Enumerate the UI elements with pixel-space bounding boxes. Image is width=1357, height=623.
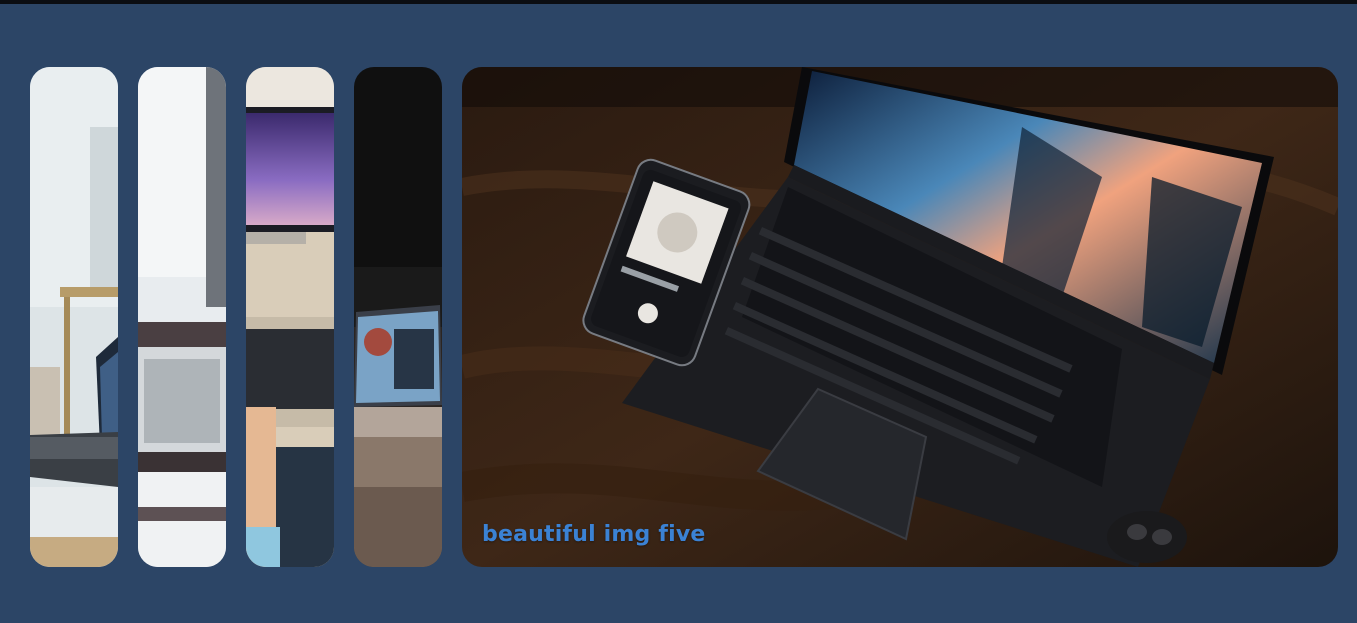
- top-edge-bar: [0, 0, 1357, 4]
- gallery-panel-two[interactable]: [138, 67, 226, 567]
- gallery-panel-four[interactable]: [354, 67, 442, 567]
- expanding-image-gallery: beautiful img five: [30, 67, 1338, 567]
- gallery-panel-five[interactable]: beautiful img five: [462, 67, 1338, 567]
- panel-five-photo: [462, 67, 1338, 567]
- panel-caption: beautiful img five: [482, 522, 706, 547]
- panel-two-photo: [138, 67, 226, 567]
- panel-four-photo: [354, 67, 442, 567]
- gallery-panel-one[interactable]: [30, 67, 118, 567]
- panel-one-photo: [30, 67, 118, 567]
- panel-three-photo: [246, 67, 334, 567]
- gallery-panel-three[interactable]: [246, 67, 334, 567]
